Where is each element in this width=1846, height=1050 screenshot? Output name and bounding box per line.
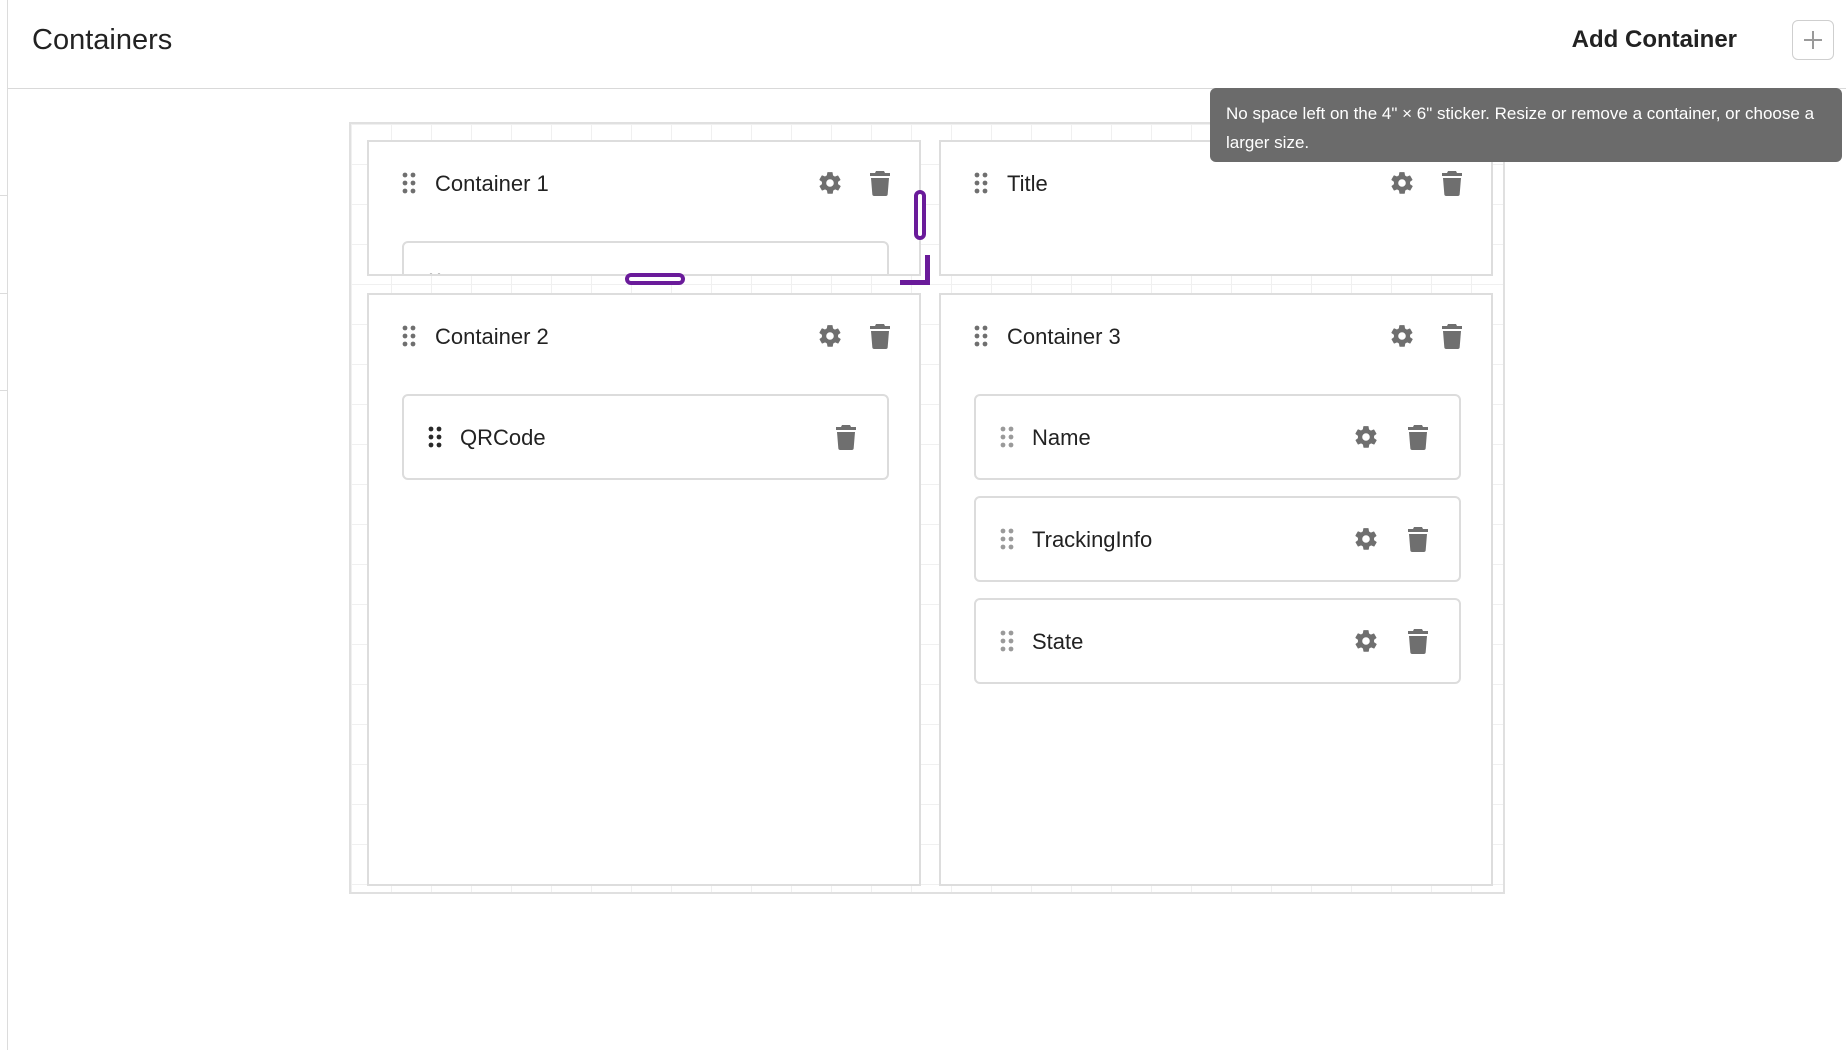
field-card[interactable]: TrackingInfo (974, 496, 1461, 582)
gear-icon[interactable] (1389, 323, 1415, 349)
trash-icon[interactable] (1441, 323, 1463, 349)
resize-handle-right[interactable] (914, 190, 926, 240)
gear-icon[interactable] (1389, 170, 1415, 196)
field-card-clipped[interactable] (402, 241, 889, 274)
container-card[interactable]: Container 2 QRCode (367, 293, 921, 886)
sticker-canvas: Container 1 Title Container 2 QRCode Con… (349, 122, 1505, 894)
trash-icon[interactable] (1407, 628, 1429, 654)
rail-divider (0, 390, 8, 391)
container-title: Container 1 (435, 171, 549, 196)
container-header: Container 3 (941, 295, 1491, 375)
left-rail (0, 0, 8, 1050)
drag-handle-icon[interactable] (1000, 630, 1014, 652)
trash-icon[interactable] (1407, 424, 1429, 450)
trash-icon[interactable] (1407, 526, 1429, 552)
drag-handle-icon[interactable] (974, 172, 988, 194)
drag-handle-icon[interactable] (974, 325, 988, 347)
tooltip-text: No space left on the 4" × 6" sticker. Re… (1226, 104, 1815, 152)
gear-icon[interactable] (817, 323, 843, 349)
add-container-button[interactable] (1792, 20, 1834, 60)
trash-icon[interactable] (1441, 170, 1463, 196)
rail-divider (0, 195, 8, 196)
container-title: Title (1007, 171, 1048, 196)
drag-handle-icon[interactable] (402, 325, 416, 347)
field-label: QRCode (460, 425, 546, 450)
header-bar: Containers Add Container (8, 0, 1846, 89)
gear-icon[interactable] (1353, 424, 1379, 450)
field-card[interactable]: QRCode (402, 394, 889, 480)
field-label: State (1032, 629, 1084, 654)
drag-handle-icon[interactable] (402, 172, 416, 194)
plus-icon (1804, 31, 1822, 49)
rail-divider (0, 293, 8, 294)
field-label: Name (1032, 425, 1091, 450)
gear-icon[interactable] (817, 170, 843, 196)
field-label: TrackingInfo (1032, 527, 1153, 552)
container-card[interactable]: Container 3 Name TrackingInfo State (939, 293, 1493, 886)
gear-icon[interactable] (1353, 526, 1379, 552)
drag-handle-icon[interactable] (428, 273, 442, 274)
container-card[interactable]: Container 1 (367, 140, 921, 276)
container-title: Container 2 (435, 324, 549, 349)
resize-handle-bottom[interactable] (625, 273, 685, 285)
add-container-label[interactable]: Add Container (1572, 26, 1737, 54)
page-title: Containers (32, 24, 173, 56)
container-header: Container 2 (369, 295, 919, 375)
container-header: Container 1 (369, 142, 919, 222)
field-card[interactable]: State (974, 598, 1461, 684)
drag-handle-icon[interactable] (1000, 426, 1014, 448)
gear-icon[interactable] (1353, 628, 1379, 654)
drag-handle-icon[interactable] (1000, 528, 1014, 550)
page: Containers Add Container Container 1 Tit… (0, 0, 1846, 1050)
field-card[interactable]: Name (974, 394, 1461, 480)
resize-handle-corner[interactable] (900, 255, 930, 285)
container-title: Container 3 (1007, 324, 1121, 349)
tooltip: No space left on the 4" × 6" sticker. Re… (1210, 88, 1842, 162)
trash-icon[interactable] (869, 170, 891, 196)
drag-handle-icon[interactable] (428, 426, 442, 448)
trash-icon[interactable] (869, 323, 891, 349)
trash-icon[interactable] (835, 424, 857, 450)
